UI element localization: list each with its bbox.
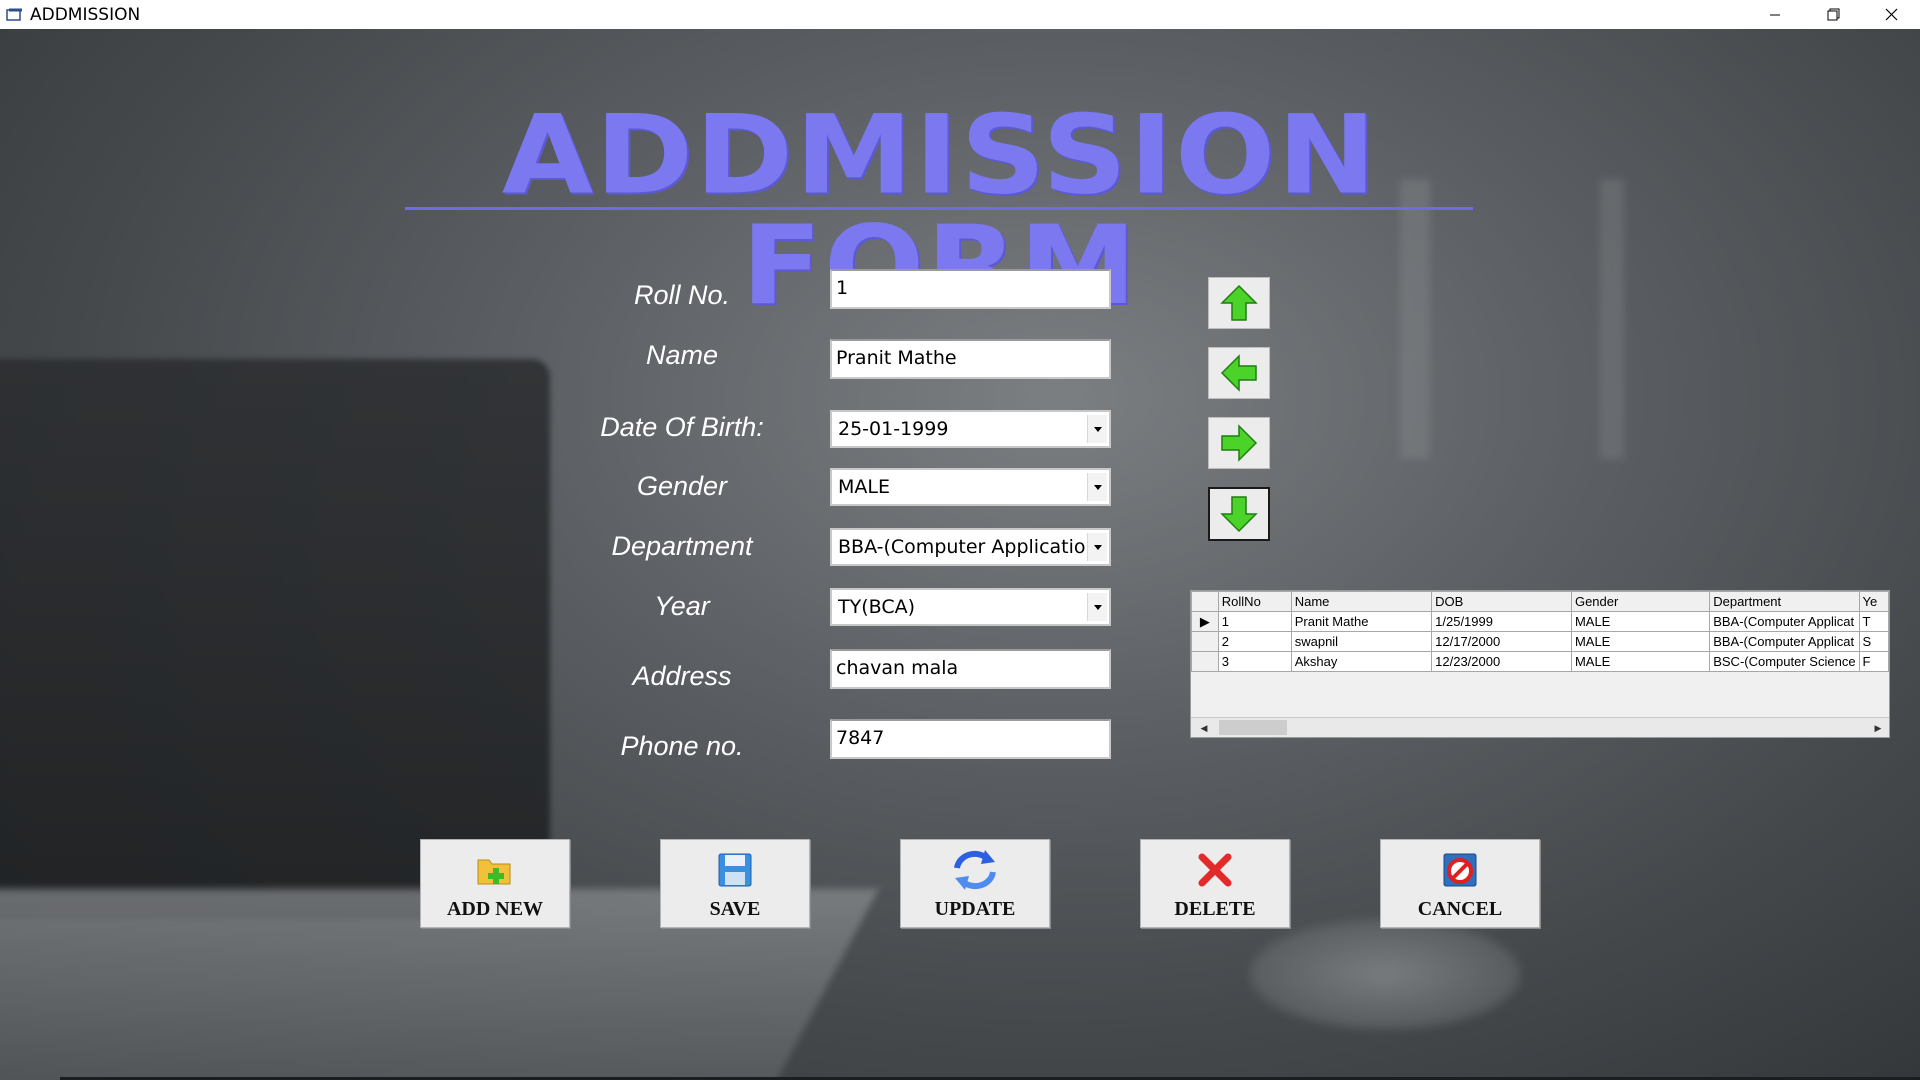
table-cell[interactable]: swapnil bbox=[1290, 631, 1433, 652]
name-input[interactable]: Pranit Mathe bbox=[830, 339, 1111, 379]
column-header[interactable]: Name bbox=[1290, 591, 1433, 612]
save-button[interactable]: SAVE bbox=[660, 839, 810, 928]
window-title: ADDMISSION bbox=[30, 4, 141, 25]
add-folder-icon bbox=[477, 859, 511, 885]
label-address: Address bbox=[632, 661, 732, 691]
add-new-label: ADD NEW bbox=[446, 898, 544, 920]
dropdown-arrow-icon[interactable] bbox=[1087, 415, 1107, 443]
table-cell[interactable]: MALE bbox=[1570, 611, 1711, 632]
table-cell[interactable]: 12/23/2000 bbox=[1431, 651, 1572, 672]
dropdown-arrow-icon[interactable] bbox=[1087, 593, 1107, 621]
table-row[interactable]: ▶ 1 Pranit Mathe 1/25/1999 MALE BBA-(Com… bbox=[1191, 611, 1889, 632]
horizontal-scrollbar[interactable]: ◀ ▶ bbox=[1191, 717, 1889, 737]
table-cell[interactable]: F bbox=[1858, 651, 1889, 672]
next-record-button[interactable] bbox=[1208, 417, 1270, 469]
column-header[interactable]: RollNo bbox=[1217, 591, 1292, 612]
previous-record-button[interactable] bbox=[1208, 347, 1270, 399]
table-cell[interactable]: 2 bbox=[1217, 631, 1292, 652]
table-header-row: RollNo Name DOB Gender Department Ye bbox=[1191, 591, 1889, 612]
year-value: TY(BCA) bbox=[838, 596, 916, 618]
window-titlebar: ADDMISSION bbox=[0, 0, 1920, 29]
arrow-up-icon bbox=[1220, 284, 1258, 321]
column-header[interactable]: DOB bbox=[1431, 591, 1572, 612]
table-cell[interactable]: BSC-(Computer Science bbox=[1709, 651, 1860, 672]
first-record-button[interactable] bbox=[1208, 277, 1270, 329]
table-cell[interactable]: 12/17/2000 bbox=[1431, 631, 1572, 652]
cancel-button[interactable]: CANCEL bbox=[1380, 839, 1540, 928]
table-cell[interactable]: BBA-(Computer Applicat bbox=[1709, 631, 1860, 652]
arrow-down-icon bbox=[1220, 496, 1258, 533]
address-input[interactable]: chavan mala bbox=[830, 649, 1111, 689]
current-row-marker: ▶ bbox=[1191, 611, 1219, 632]
update-button[interactable]: UPDATE bbox=[900, 839, 1050, 928]
table-cell[interactable]: 1 bbox=[1217, 611, 1292, 632]
department-select[interactable]: BBA-(Computer Application) bbox=[830, 528, 1111, 566]
records-grid[interactable]: RollNo Name DOB Gender Department Ye ▶ 1… bbox=[1190, 590, 1890, 738]
scrollbar-thumb[interactable] bbox=[1219, 720, 1287, 735]
table-cell[interactable]: Pranit Mathe bbox=[1290, 611, 1433, 632]
label-gender: Gender bbox=[636, 471, 728, 501]
column-header[interactable]: Department bbox=[1709, 591, 1860, 612]
close-icon bbox=[1885, 8, 1897, 21]
maximize-button[interactable] bbox=[1804, 0, 1862, 29]
row-header-corner bbox=[1191, 591, 1219, 612]
gender-select[interactable]: MALE bbox=[830, 468, 1111, 506]
table-cell[interactable]: Akshay bbox=[1290, 651, 1433, 672]
table-cell[interactable]: MALE bbox=[1570, 631, 1711, 652]
table-cell[interactable]: MALE bbox=[1570, 651, 1711, 672]
dob-picker[interactable]: 25-01-1999 bbox=[830, 410, 1111, 448]
scroll-left-icon[interactable]: ◀ bbox=[1195, 718, 1213, 737]
heading-underline bbox=[405, 207, 1473, 210]
minimize-button[interactable] bbox=[1746, 0, 1804, 29]
minimize-icon bbox=[1770, 14, 1780, 15]
table-cell[interactable]: T bbox=[1858, 611, 1889, 632]
delete-label: DELETE bbox=[1174, 898, 1256, 920]
cancel-label: CANCEL bbox=[1417, 898, 1503, 920]
records-table: RollNo Name DOB Gender Department Ye ▶ 1… bbox=[1191, 591, 1889, 672]
gender-value: MALE bbox=[838, 476, 890, 498]
save-label: SAVE bbox=[709, 898, 761, 920]
roll-no-input[interactable]: 1 bbox=[830, 269, 1111, 309]
update-label: UPDATE bbox=[934, 898, 1016, 920]
arrow-right-icon bbox=[1221, 424, 1258, 462]
label-department: Department bbox=[611, 531, 753, 561]
table-cell[interactable]: BBA-(Computer Applicat bbox=[1709, 611, 1860, 632]
label-name: Name bbox=[645, 340, 719, 370]
scroll-right-icon[interactable]: ▶ bbox=[1869, 718, 1887, 737]
restore-icon bbox=[1827, 8, 1839, 21]
table-cell[interactable]: 3 bbox=[1217, 651, 1292, 672]
delete-button[interactable]: DELETE bbox=[1140, 839, 1290, 928]
add-new-button[interactable]: ADD NEW bbox=[420, 839, 570, 928]
phone-input[interactable]: 7847 bbox=[830, 719, 1111, 759]
refresh-icon bbox=[954, 850, 996, 890]
row-header[interactable] bbox=[1191, 631, 1219, 652]
label-year: Year bbox=[654, 591, 710, 621]
row-header[interactable] bbox=[1191, 651, 1219, 672]
cancel-disk-icon bbox=[1443, 853, 1477, 887]
arrow-left-icon bbox=[1220, 354, 1257, 392]
close-button[interactable] bbox=[1862, 0, 1920, 29]
dropdown-arrow-icon[interactable] bbox=[1087, 473, 1107, 501]
last-record-button[interactable] bbox=[1208, 487, 1270, 541]
year-select[interactable]: TY(BCA) bbox=[830, 588, 1111, 626]
column-header[interactable]: Gender bbox=[1570, 591, 1711, 612]
label-dob: Date Of Birth: bbox=[600, 412, 764, 442]
dropdown-arrow-icon[interactable] bbox=[1087, 533, 1107, 561]
table-row[interactable]: 3 Akshay 12/23/2000 MALE BSC-(Computer S… bbox=[1191, 651, 1889, 672]
column-header[interactable]: Ye bbox=[1858, 591, 1889, 612]
delete-x-icon bbox=[1198, 853, 1232, 887]
department-value: BBA-(Computer Application) bbox=[838, 536, 1088, 558]
dob-value: 25-01-1999 bbox=[838, 418, 949, 440]
table-cell[interactable]: 1/25/1999 bbox=[1431, 611, 1572, 632]
label-roll-no: Roll No. bbox=[633, 280, 731, 310]
app-icon bbox=[6, 8, 22, 21]
table-cell[interactable]: S bbox=[1858, 631, 1889, 652]
table-row[interactable]: 2 swapnil 12/17/2000 MALE BBA-(Computer … bbox=[1191, 631, 1889, 652]
label-phone: Phone no. bbox=[620, 731, 744, 761]
floppy-disk-icon bbox=[718, 853, 752, 887]
